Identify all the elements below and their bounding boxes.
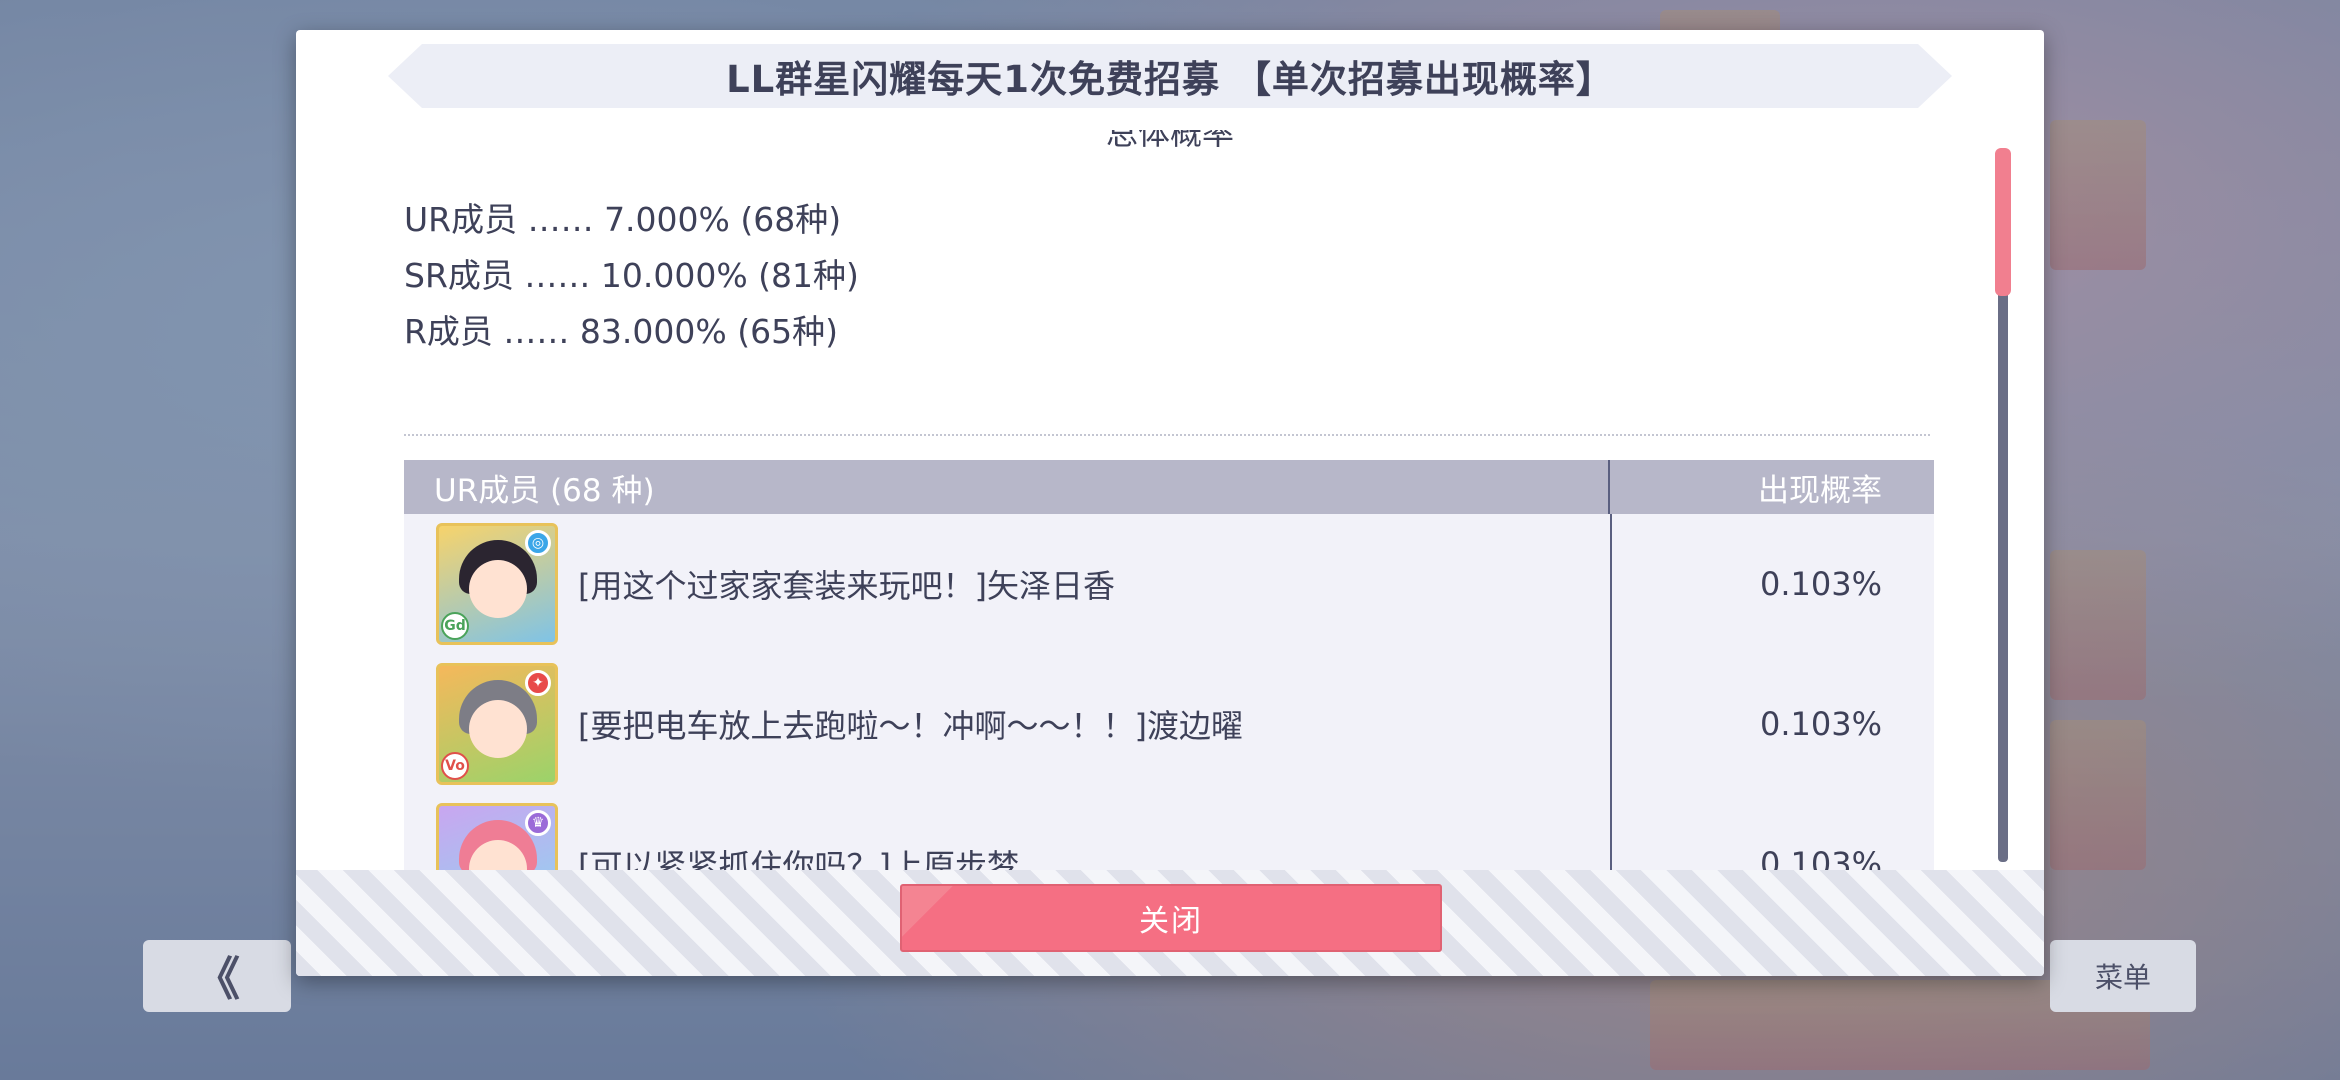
type-badge: Vo xyxy=(441,752,469,780)
summary-ur: UR成员 …… 7.000% (68种) xyxy=(404,200,842,239)
card-thumbnail[interactable]: ◎ Gd xyxy=(436,523,558,645)
rate-table: UR成员 (68 种) 出现概率 ◎ Gd [用这个过家家套装来玩吧！]矢泽日香… xyxy=(404,460,1934,900)
table-header: UR成员 (68 种) 出现概率 xyxy=(404,460,1934,514)
probability-dialog: LL群星闪耀每天1次免费招募 【单次招募出现概率】 总体概率 UR成员 …… 7… xyxy=(296,30,2044,976)
menu-button[interactable]: 菜单 xyxy=(2050,940,2196,1012)
close-button[interactable]: 关闭 xyxy=(900,884,1442,952)
scrollbar[interactable] xyxy=(1995,148,2011,862)
scrollbar-thumb[interactable] xyxy=(1995,148,2011,296)
summary-list: UR成员 …… 7.000% (68种) SR成员 …… 10.000% (81… xyxy=(404,192,859,360)
card-rate: 0.103% xyxy=(1759,705,1882,743)
table-row: ◎ Gd [用这个过家家套装来玩吧！]矢泽日香 0.103% xyxy=(404,514,1934,654)
card-rate: 0.103% xyxy=(1759,565,1882,603)
back-button[interactable]: 《 xyxy=(143,940,291,1012)
card-name: [用这个过家家套装来玩吧！]矢泽日香 xyxy=(578,567,1115,605)
attribute-icon: ✦ xyxy=(525,670,551,696)
portrait-face xyxy=(469,700,527,758)
dialog-title: LL群星闪耀每天1次免费招募 【单次招募出现概率】 xyxy=(726,58,1614,101)
type-badge: Gd xyxy=(441,612,469,640)
section-heading: 总体概率 xyxy=(1105,130,1234,152)
table-row: ✦ Vo [要把电车放上去跑啦～！冲啊～～！！]渡边曜 0.103% xyxy=(404,654,1934,794)
scroll-content[interactable]: 总体概率 UR成员 …… 7.000% (68种) SR成员 …… 10.000… xyxy=(296,130,2044,900)
divider xyxy=(404,434,1930,436)
attribute-icon: ♛ xyxy=(525,810,551,836)
card-thumbnail[interactable]: ✦ Vo xyxy=(436,663,558,785)
summary-r: R成员 …… 83.000% (65种) xyxy=(404,312,838,351)
header-name: UR成员 (68 种) xyxy=(404,460,1610,514)
summary-sr: SR成员 …… 10.000% (81种) xyxy=(404,256,859,295)
table-body: ◎ Gd [用这个过家家套装来玩吧！]矢泽日香 0.103% ✦ Vo [要把电… xyxy=(404,514,1934,900)
header-rate: 出现概率 xyxy=(1758,472,1882,509)
attribute-icon: ◎ xyxy=(525,530,551,556)
dialog-title-bar: LL群星闪耀每天1次免费招募 【单次招募出现概率】 xyxy=(388,44,1952,108)
card-name: [要把电车放上去跑啦～！冲啊～～！！]渡边曜 xyxy=(578,707,1243,745)
portrait-face xyxy=(469,560,527,618)
